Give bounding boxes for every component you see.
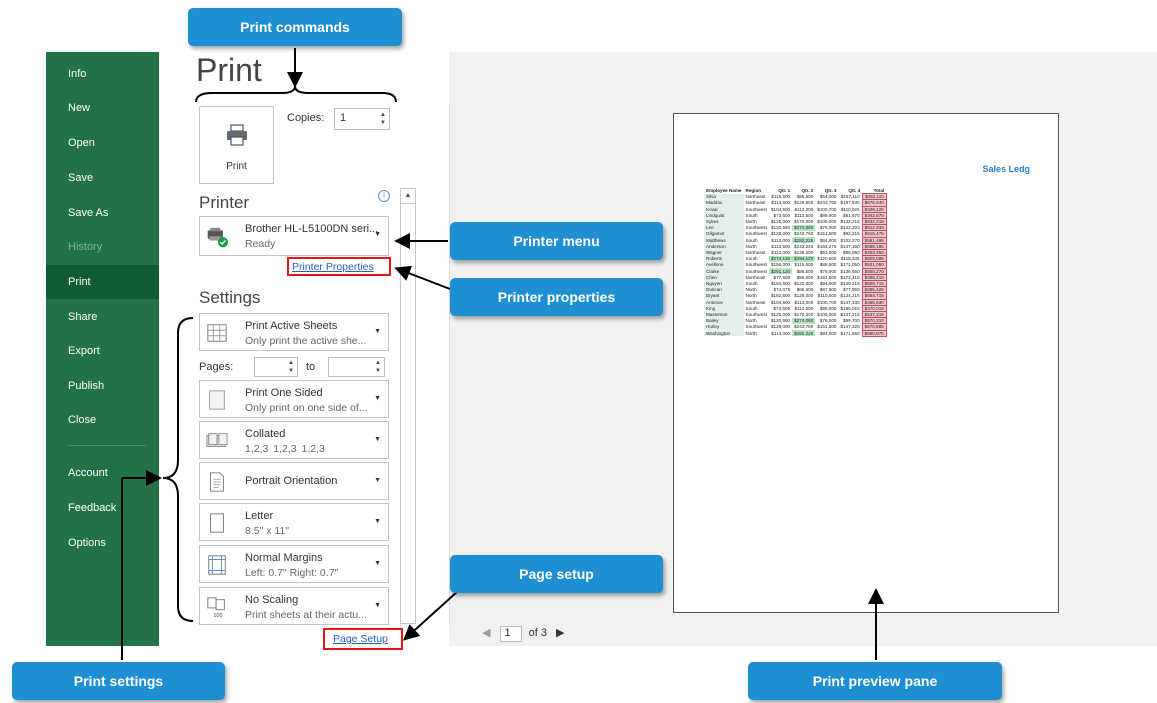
- annotation-overlay: [121, 48, 884, 660]
- callout-printer-menu: Printer menu: [450, 222, 663, 260]
- brace-print-settings: [162, 317, 194, 622]
- arrow-page-setup: [403, 590, 459, 641]
- callout-print-preview-pane: Print preview pane: [748, 662, 1002, 700]
- callout-printer-properties: Printer properties: [450, 278, 663, 316]
- arrow-printer-properties: [394, 265, 451, 290]
- callout-print-settings: Print settings: [12, 662, 225, 700]
- callout-print-commands: Print commands: [188, 8, 402, 46]
- callout-page-setup: Page setup: [450, 555, 663, 593]
- brace-print-commands: [195, 85, 397, 103]
